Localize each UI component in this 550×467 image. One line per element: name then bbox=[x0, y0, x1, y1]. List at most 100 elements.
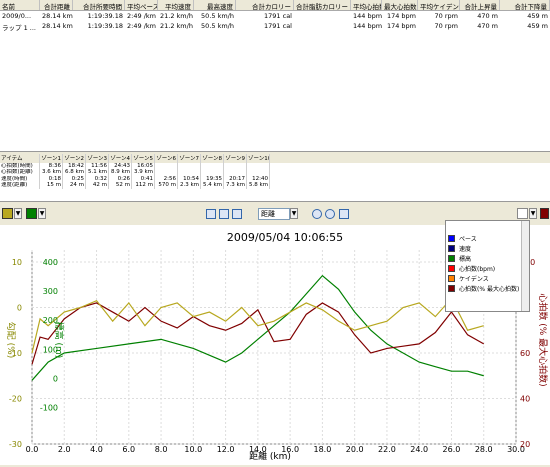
left-inner-axis-dropdown-icon[interactable]: ▼ bbox=[38, 208, 46, 219]
table-cell: 174 bpm bbox=[386, 12, 416, 20]
zone-cell: 570 m bbox=[155, 182, 178, 189]
legend-label: 心拍数(bpm) bbox=[459, 265, 496, 273]
x-axis-select[interactable]: 距離 bbox=[258, 208, 290, 220]
y-right-tick-label: 20 bbox=[520, 440, 530, 449]
zone-column-header[interactable]: ゾーン1 bbox=[40, 154, 63, 163]
zone-column-header[interactable]: ゾーン2 bbox=[63, 154, 86, 163]
x-tick-label: 20.0 bbox=[346, 445, 364, 454]
legend-swatch bbox=[448, 264, 455, 272]
zone-column-header[interactable]: ゾーン10 bbox=[247, 154, 270, 163]
left-axis-dropdown-icon[interactable]: ▼ bbox=[14, 208, 22, 219]
fit-view-icon[interactable] bbox=[339, 209, 349, 219]
x-tick-label: 2.0 bbox=[58, 445, 71, 454]
legend-item[interactable]: 心拍数(% 最大心拍数) bbox=[446, 283, 529, 293]
lap-summary-table: 名前 合計距離 合計所要時間 平均ペース 平均速度 最高速度 合計カロリー 合計脂肪カロリー平… bbox=[0, 0, 550, 152]
legend-label: 心拍数(% 最大心拍数) bbox=[459, 285, 520, 293]
zone-cell: 2.3 km bbox=[179, 182, 201, 189]
table-cell: 144 bpm bbox=[353, 12, 382, 20]
right-axis-dropdown-icon[interactable]: ▼ bbox=[529, 208, 537, 219]
table-cell: 174 bpm bbox=[386, 22, 416, 30]
legend-item[interactable]: ペース bbox=[446, 233, 529, 243]
graph-view-icon[interactable] bbox=[206, 209, 216, 219]
table-cell: 459 m bbox=[527, 12, 548, 20]
curve-view-icon[interactable] bbox=[232, 209, 242, 219]
column-header[interactable]: 合計脂肪カロリー bbox=[294, 0, 351, 10]
zone-column-header[interactable]: ゾーン3 bbox=[86, 154, 109, 163]
column-header[interactable]: 平均ケイデンス bbox=[418, 0, 460, 10]
zone-cell: 5.4 km bbox=[202, 182, 224, 189]
left-inner-axis-color-swatch[interactable] bbox=[26, 208, 37, 219]
y-left-inner-tick-label: 400 bbox=[43, 258, 58, 267]
zone-column-header[interactable]: アイテム bbox=[0, 154, 40, 163]
x-axis-select-dropdown-icon[interactable]: ▼ bbox=[290, 208, 298, 219]
zone-cell: 7.3 km bbox=[225, 182, 247, 189]
table-cell: 70 rpm bbox=[434, 22, 458, 30]
zone-row: 速度(距離) 15 m 24 m 42 m 52 m 112 m 570 m 2.3 km 5.… bbox=[0, 182, 550, 189]
table-cell: 21.2 km/h bbox=[160, 12, 193, 20]
y-left-inner-tick-label: 300 bbox=[43, 287, 58, 296]
zoom-in-icon[interactable] bbox=[312, 209, 322, 219]
y-left-tick-label: 10 bbox=[12, 258, 22, 267]
legend-item[interactable]: 標高 bbox=[446, 253, 529, 263]
zone-column-header[interactable]: ゾーン8 bbox=[201, 154, 224, 163]
legend-label: ケイデンス bbox=[459, 275, 489, 283]
y-axis-left-label: 勾配 (%) bbox=[5, 322, 17, 358]
column-header[interactable]: 合計距離 bbox=[40, 0, 73, 10]
zone-table: アイテム ゾーン1 ゾーン2 ゾーン3 ゾーン4 ゾーン5 ゾーン6 ゾーン7 ゾーン8 ゾーン9… bbox=[0, 154, 550, 202]
y-right-tick-label: 40 bbox=[520, 395, 530, 404]
column-header[interactable]: 合計所要時間 bbox=[73, 0, 125, 10]
legend-swatch bbox=[448, 244, 455, 252]
legend-item[interactable]: 速度 bbox=[446, 243, 529, 253]
right-axis-color-swatch[interactable] bbox=[517, 208, 528, 219]
zone-column-header[interactable]: ゾーン6 bbox=[155, 154, 178, 163]
column-header[interactable]: 平均速度 bbox=[158, 0, 194, 10]
column-header[interactable]: 合計カロリー bbox=[236, 0, 294, 10]
table-row[interactable]: ラップ 1 ... 28.14 km 1:19:39.18 2:49 /km 21.2 … bbox=[0, 21, 550, 31]
x-tick-label: 18.0 bbox=[313, 445, 331, 454]
zone-column-header[interactable]: ゾーン7 bbox=[178, 154, 201, 163]
column-header[interactable]: 平均ペース bbox=[125, 0, 158, 10]
table-cell: 50.5 km/h bbox=[201, 12, 234, 20]
table-cell: 1791 cal bbox=[264, 22, 292, 30]
legend-item[interactable]: ケイデンス bbox=[446, 273, 529, 283]
table-cell: 2:49 /km bbox=[127, 12, 156, 20]
column-header[interactable]: 最大心拍数 bbox=[382, 0, 418, 10]
series-legend-dropdown[interactable]: ペース速度 標高心拍数(bpm) ケイデンス心拍数(% 最大心拍数) bbox=[445, 220, 530, 312]
split-view-icon[interactable] bbox=[219, 209, 229, 219]
zone-cell: 速度(距離) bbox=[0, 182, 40, 189]
x-tick-label: 28.0 bbox=[475, 445, 493, 454]
legend-scrollbar[interactable] bbox=[521, 221, 529, 311]
left-axis-color-swatch[interactable] bbox=[2, 208, 13, 219]
column-header[interactable]: 合計上昇量 bbox=[460, 0, 500, 10]
right-axis-hr-swatch[interactable] bbox=[540, 208, 549, 219]
x-tick-label: 12.0 bbox=[217, 445, 235, 454]
y-axis-left-inner-label: 標高 (m) bbox=[53, 322, 65, 359]
legend-swatch bbox=[448, 284, 455, 292]
column-header[interactable]: 名前 bbox=[0, 0, 40, 10]
table-cell: 470 m bbox=[477, 22, 498, 30]
column-header[interactable]: 最高速度 bbox=[194, 0, 236, 10]
legend-swatch bbox=[448, 234, 455, 242]
legend-label: 速度 bbox=[459, 245, 472, 253]
zone-column-header[interactable]: ゾーン9 bbox=[224, 154, 247, 163]
x-tick-label: 6.0 bbox=[122, 445, 135, 454]
table-cell: 28.14 km bbox=[42, 22, 73, 30]
column-header[interactable]: 合計下降量 bbox=[500, 0, 550, 10]
table-header: 名前 合計距離 合計所要時間 平均ペース 平均速度 最高速度 合計カロリー 合計脂肪カロリー平… bbox=[0, 0, 550, 11]
x-axis-label: 距離 (km) bbox=[249, 450, 291, 462]
zoom-out-icon[interactable] bbox=[325, 209, 335, 219]
table-cell: 1:19:39.18 bbox=[87, 22, 123, 30]
y-left-inner-tick-label: 0 bbox=[53, 374, 58, 383]
table-cell: 1791 cal bbox=[264, 12, 292, 20]
y-right-tick-label: 60 bbox=[520, 349, 530, 358]
zone-cell: 24 m bbox=[63, 182, 86, 189]
table-cell: 2:49 /km bbox=[127, 22, 156, 30]
legend-item[interactable]: 心拍数(bpm) bbox=[446, 263, 529, 273]
table-row[interactable]: 2009/0... 28.14 km 1:19:39.18 2:49 /km 21.2 … bbox=[0, 11, 550, 21]
zone-column-header[interactable]: ゾーン5 bbox=[132, 154, 155, 163]
legend-label: ペース bbox=[459, 235, 477, 243]
chart-title: 2009/05/04 10:06:55 bbox=[227, 231, 343, 244]
zone-column-header[interactable]: ゾーン4 bbox=[109, 154, 132, 163]
column-header[interactable]: 平均心拍数 bbox=[351, 0, 382, 10]
y-left-inner-tick-label: -100 bbox=[40, 404, 58, 413]
